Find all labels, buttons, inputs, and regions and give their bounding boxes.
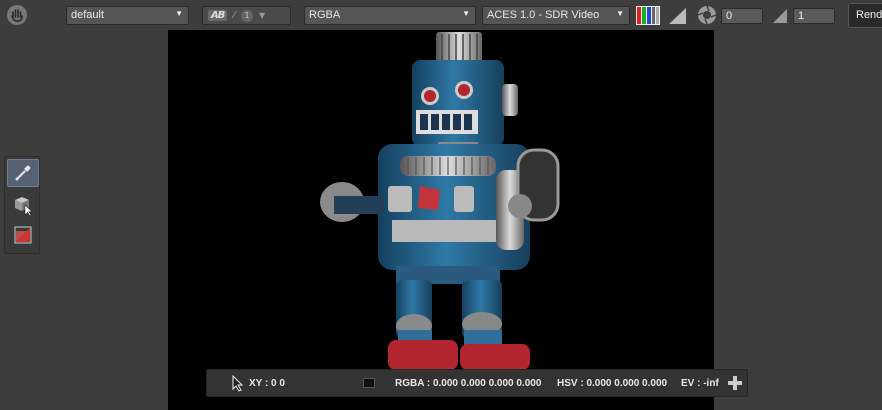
ev-readout: EV : -inf xyxy=(681,378,719,389)
eyedropper-tool[interactable] xyxy=(7,159,39,187)
rgba-readout: RGBA : 0.000 0.000 0.000 0.000 xyxy=(395,378,542,389)
channel-select[interactable]: RGBA ▼ xyxy=(304,6,476,25)
render-button[interactable]: Render xyxy=(848,3,882,28)
wipe-icon[interactable]: ⁄ xyxy=(233,10,235,21)
render-viewport[interactable] xyxy=(168,30,714,410)
object-pick-tool[interactable] xyxy=(7,191,39,219)
hsv-readout: HSV : 0.000 0.000 0.000 xyxy=(557,378,668,389)
aperture-icon[interactable] xyxy=(697,5,717,25)
view-preset-value: default xyxy=(71,9,105,21)
chevron-down-icon: ▼ xyxy=(259,11,266,20)
region-crop-icon xyxy=(14,226,32,244)
gamma-icon xyxy=(772,8,788,24)
gamma-field[interactable] xyxy=(793,8,835,24)
view-preset-select[interactable]: default ▼ xyxy=(66,6,189,25)
ab-compare-button[interactable]: AB xyxy=(208,10,228,21)
exposure-field[interactable] xyxy=(721,8,763,24)
color-swatch xyxy=(363,378,375,388)
xy-readout: XY : 0 0 xyxy=(249,378,285,389)
eyedropper-icon xyxy=(15,165,31,181)
region-tool[interactable] xyxy=(7,221,39,249)
render-image xyxy=(320,32,560,370)
chevron-down-icon: ▼ xyxy=(616,9,624,18)
plus-icon[interactable] xyxy=(728,376,742,390)
channel-value: RGBA xyxy=(309,9,341,21)
chevron-down-icon: ▼ xyxy=(175,9,183,18)
ab-number-badge: 1 xyxy=(241,9,254,22)
rgb-bars-icon[interactable] xyxy=(636,6,660,25)
pixel-info-bar: XY : 0 0 RGBA : 0.000 0.000 0.000 0.000 … xyxy=(206,369,748,397)
cube-select-icon xyxy=(15,197,33,216)
display-transform-select[interactable]: ACES 1.0 - SDR Video ▼ xyxy=(482,6,630,25)
cursor-icon xyxy=(232,375,244,392)
ramp-icon[interactable] xyxy=(668,6,687,25)
tool-panel xyxy=(4,156,40,254)
display-transform-value: ACES 1.0 - SDR Video xyxy=(487,9,600,21)
ab-compare-group[interactable]: AB ⁄ 1 ▼ xyxy=(202,6,291,25)
chevron-down-icon: ▼ xyxy=(462,9,470,18)
viewer-toolbar: default ▼ AB ⁄ 1 ▼ RGBA ▼ ACES 1.0 - SDR… xyxy=(0,0,882,30)
hand-icon[interactable] xyxy=(6,4,28,26)
